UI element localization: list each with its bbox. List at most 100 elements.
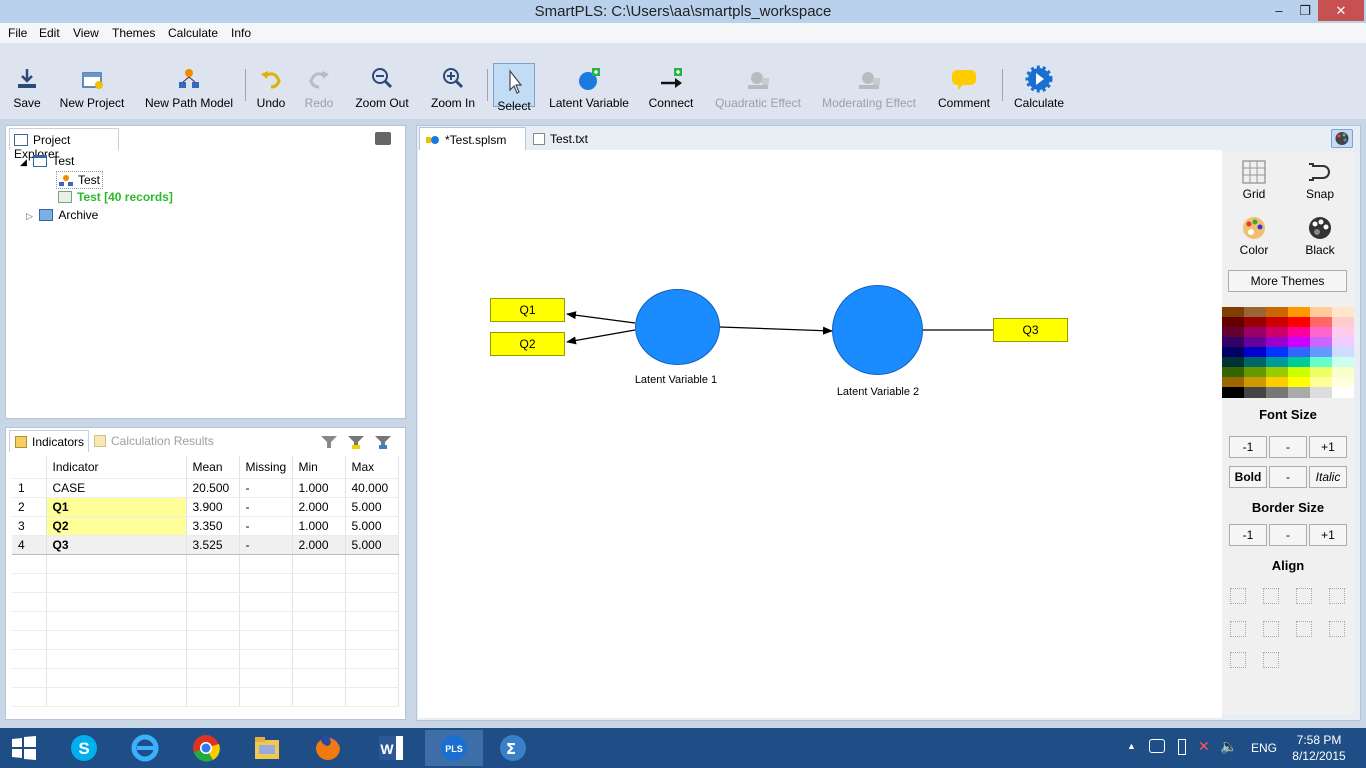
table-row[interactable]: 1 CASE 20.500 - 1.000 40.000 [12,478,399,498]
tree-item-project-test[interactable]: ◢ Test [20,154,74,168]
column-header-missing[interactable]: Missing [239,456,293,479]
arrow-lv1-lv2[interactable] [719,326,833,335]
distribute-horizontal-icon[interactable] [1230,652,1246,668]
italic-button[interactable]: Italic [1309,466,1347,488]
indicator-q1[interactable]: Q1 [490,298,565,322]
taskbar-math-app[interactable]: Σ [484,730,542,766]
align-right-edge-icon[interactable] [1329,621,1345,637]
distribute-vertical-icon[interactable] [1263,652,1279,668]
maximize-button[interactable]: ❐ [1292,0,1318,21]
tree-item-dataset[interactable]: Test [40 records] [58,190,173,204]
collapse-arrow-icon[interactable]: ◢ [20,157,30,168]
color-swatch[interactable] [1244,387,1266,398]
border-size-increase-button[interactable]: +1 [1309,524,1347,546]
start-button[interactable] [0,730,48,766]
menu-calculate[interactable]: Calculate [168,26,218,40]
black-theme-button[interactable]: Black [1300,216,1340,257]
zoom-out-button[interactable]: Zoom Out [352,61,412,110]
menu-themes[interactable]: Themes [112,26,155,40]
menu-view[interactable]: View [73,26,99,40]
connect-button[interactable]: Connect [647,61,695,110]
column-header[interactable] [12,456,47,479]
align-center-icon[interactable] [1296,588,1312,604]
filter-gray-icon[interactable] [320,434,338,450]
new-project-button[interactable]: New Project [58,61,126,110]
more-themes-button[interactable]: More Themes [1228,270,1347,292]
font-size-increase-button[interactable]: +1 [1309,436,1347,458]
menu-file[interactable]: File [8,26,27,40]
arrow-lv1-q1[interactable] [566,311,636,324]
column-header-min[interactable]: Min [292,456,346,479]
taskbar-smartpls[interactable]: PLS [425,730,483,766]
tab-project-explorer[interactable]: Project Explorer [9,128,119,161]
latent-variable-1[interactable] [635,289,720,365]
column-header-indicator[interactable]: Indicator [46,456,187,479]
align-left-edge-icon[interactable] [1230,621,1246,637]
filter-yellow-icon[interactable] [347,434,365,450]
taskbar-skype[interactable]: S [55,730,113,766]
taskbar-firefox[interactable] [299,730,357,766]
table-row[interactable]: 4 Q3 3.525 - 2.000 5.000 [12,534,399,555]
taskbar-chrome[interactable] [177,730,235,766]
tree-item-archive[interactable]: ▷ Archive [26,208,98,222]
font-style-reset-button[interactable]: - [1269,466,1307,488]
model-canvas[interactable]: Q1 Q2 Q3 Latent Variable 1 Latent Variab… [418,150,1222,718]
indicator-q2[interactable]: Q2 [490,332,565,356]
bold-button[interactable]: Bold [1229,466,1267,488]
select-button[interactable]: Select [493,63,535,113]
clock-time[interactable]: 7:58 PM [1294,733,1344,747]
expand-arrow-icon[interactable]: ▷ [26,211,36,222]
network-icon[interactable]: ✕ [1198,738,1210,755]
table-row[interactable]: 3 Q2 3.350 - 1.000 5.000 [12,516,399,536]
tab-calculation-results[interactable]: Calculation Results [94,434,214,448]
color-swatch[interactable] [1310,387,1332,398]
taskbar-internet-explorer[interactable] [116,730,174,766]
font-size-reset-button[interactable]: - [1269,436,1307,458]
show-hidden-icons-icon[interactable]: ▲ [1127,741,1136,751]
column-header-mean[interactable]: Mean [186,456,240,479]
column-header-max[interactable]: Max [345,456,399,479]
color-swatch[interactable] [1266,387,1288,398]
grid-button[interactable]: Grid [1234,160,1274,201]
taskbar-file-explorer[interactable] [238,730,296,766]
font-size-decrease-button[interactable]: -1 [1229,436,1267,458]
align-top-icon[interactable] [1230,588,1246,604]
new-path-model-button[interactable]: New Path Model [143,61,235,110]
align-middle-icon[interactable] [1296,621,1312,637]
latent-variable-button[interactable]: Latent Variable [548,61,630,110]
palette-toggle-icon[interactable] [1331,129,1353,148]
dropbox-icon[interactable] [1149,739,1165,753]
battery-icon[interactable] [1178,739,1186,755]
latent-variable-2[interactable] [832,285,923,375]
align-bottom-icon[interactable] [1263,621,1279,637]
arrow-lv1-q2[interactable] [566,329,636,345]
close-button[interactable]: ✕ [1318,0,1364,21]
taskbar-word[interactable]: W [362,730,420,766]
calculate-button[interactable]: Calculate [1012,61,1066,110]
quadratic-effect-button[interactable]: Quadratic Effect [713,61,803,110]
color-swatch[interactable] [1222,387,1244,398]
tab-indicators[interactable]: Indicators [9,430,89,452]
menu-edit[interactable]: Edit [39,26,60,40]
tab-test-txt[interactable]: Test.txt [533,132,588,146]
indicator-q3[interactable]: Q3 [993,318,1068,342]
color-button[interactable]: Color [1234,216,1274,257]
undo-button[interactable]: Undo [254,61,288,110]
volume-icon[interactable]: 🔈 [1220,738,1237,755]
save-button[interactable]: Save [10,61,44,110]
tab-test-splsm[interactable]: *Test.splsm ⊗ [419,127,526,161]
snap-button[interactable]: Snap [1300,160,1340,201]
align-left-icon[interactable] [1263,588,1279,604]
zoom-in-button[interactable]: Zoom In [428,61,478,110]
clock-date[interactable]: 8/12/2015 [1290,749,1348,763]
moderating-effect-button[interactable]: Moderating Effect [819,61,919,110]
color-palette[interactable] [1222,307,1354,398]
border-size-decrease-button[interactable]: -1 [1229,524,1267,546]
align-right-icon[interactable] [1329,588,1345,604]
filter-blue-icon[interactable] [374,434,392,450]
minimize-panel-icon[interactable] [375,132,391,145]
border-size-reset-button[interactable]: - [1269,524,1307,546]
menu-info[interactable]: Info [231,26,251,40]
color-swatch[interactable] [1332,387,1354,398]
minimize-button[interactable]: – [1266,0,1292,21]
